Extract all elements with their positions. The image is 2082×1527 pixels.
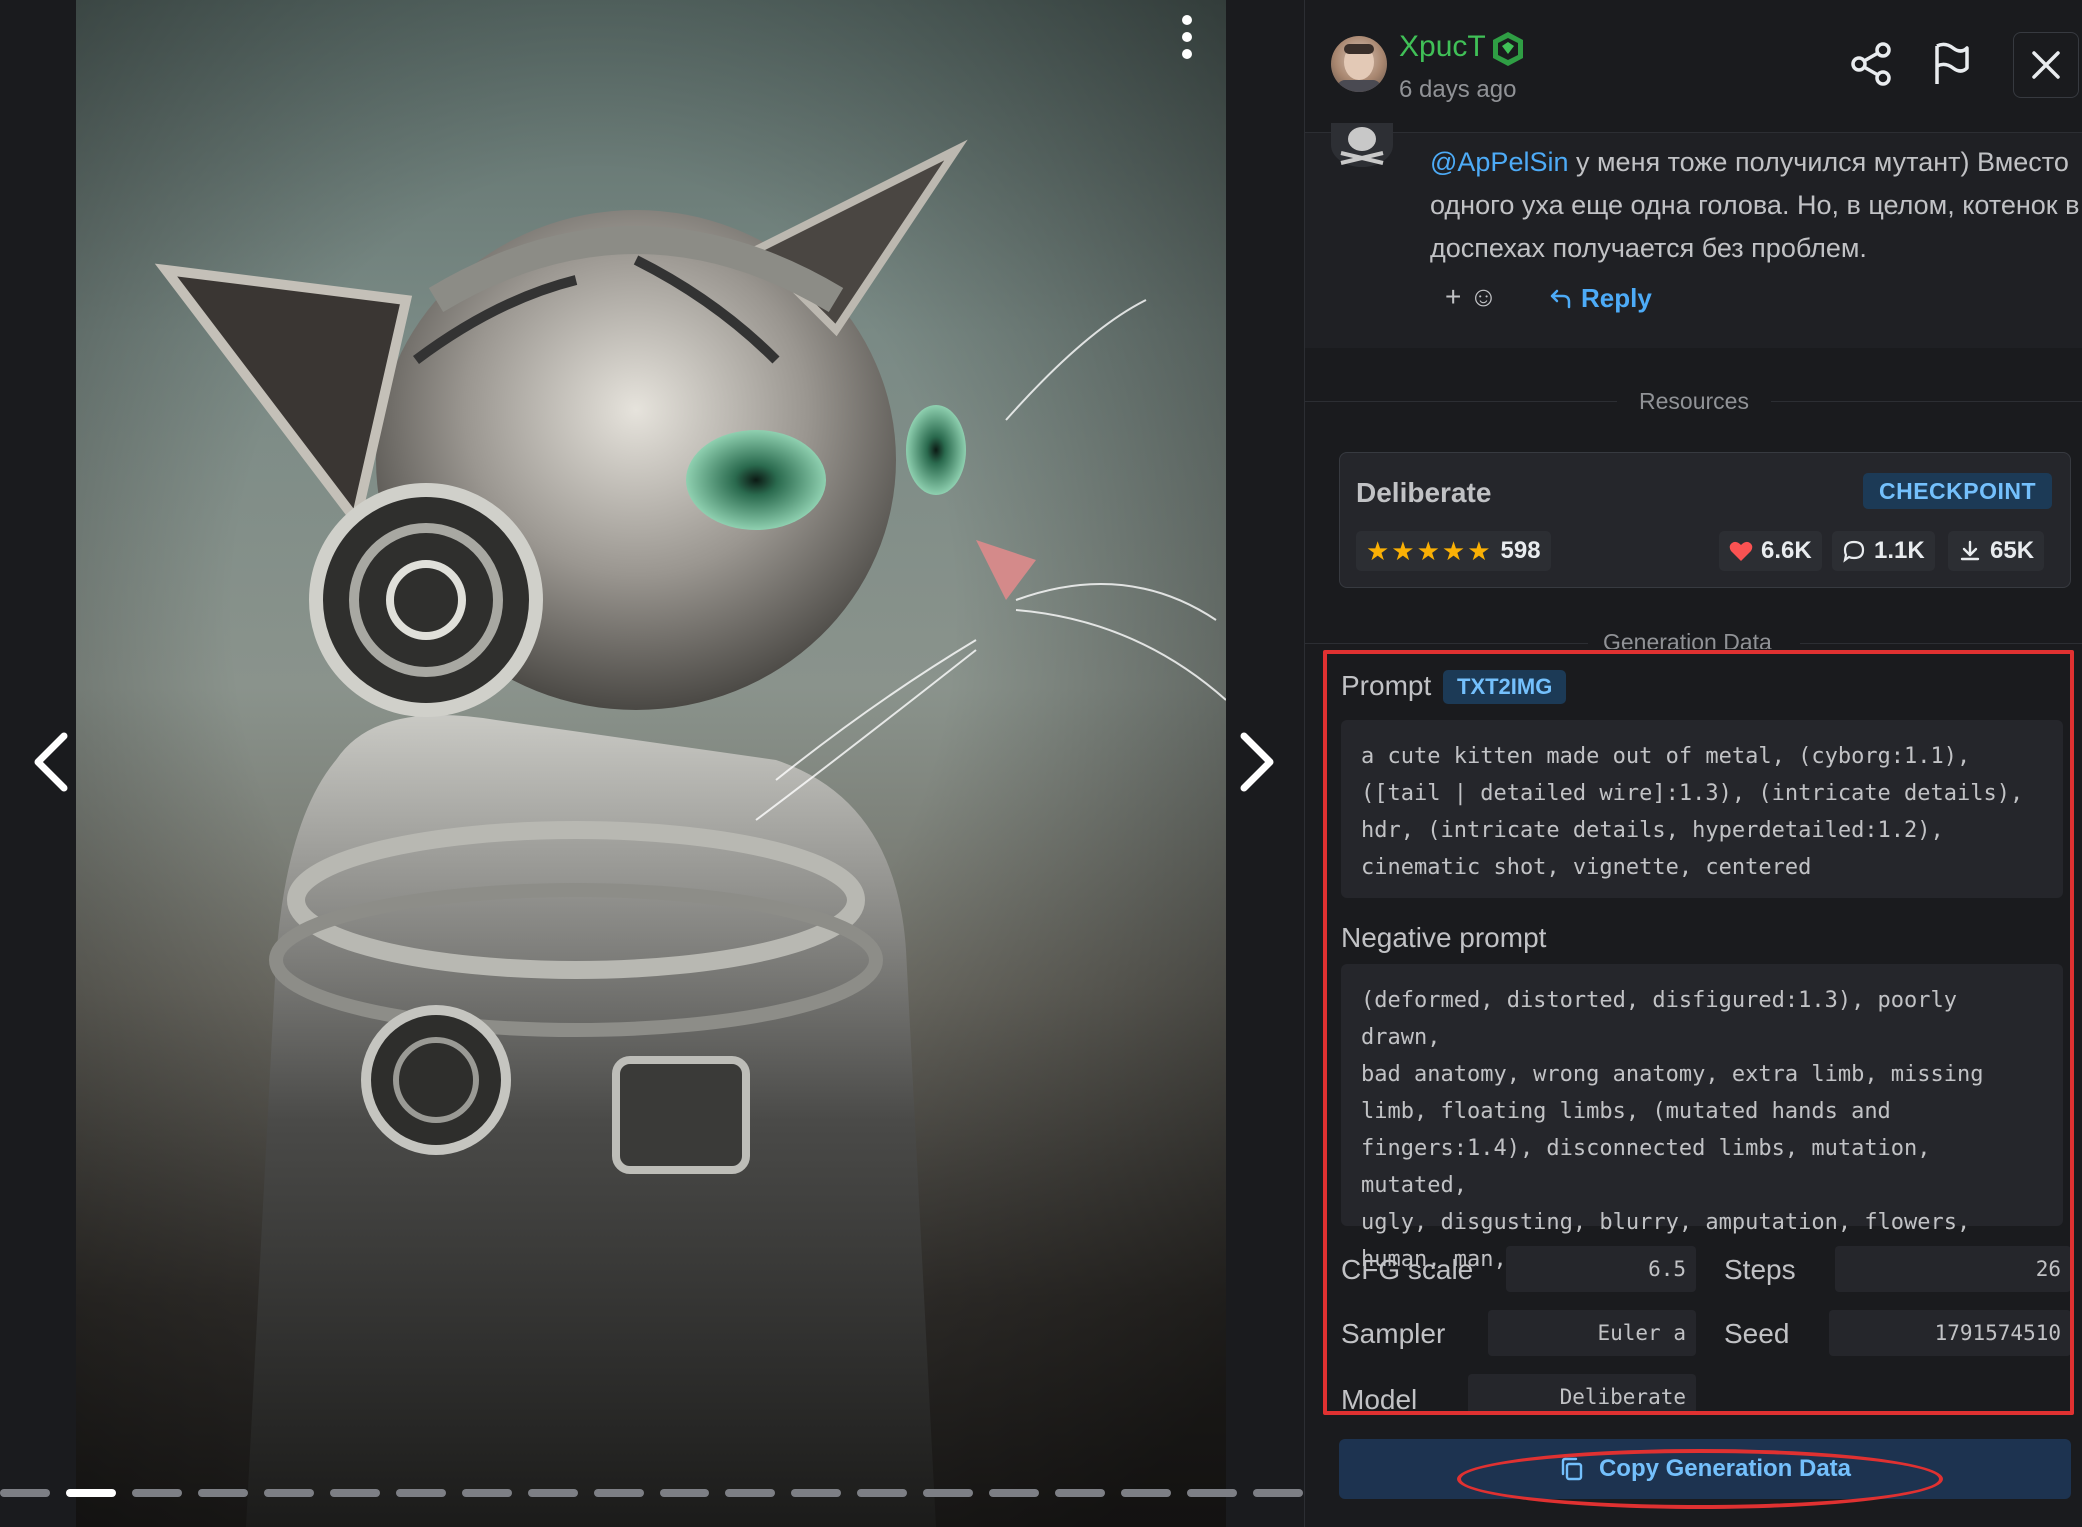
- resources-heading: Resources: [1639, 387, 1749, 414]
- reply-label: Reply: [1581, 283, 1652, 313]
- commenter-avatar[interactable]: [1331, 123, 1393, 167]
- copy-generation-data-label: Copy Generation Data: [1598, 1455, 1852, 1482]
- cfg-scale-value: 6.5: [1506, 1246, 1696, 1292]
- prompt-text[interactable]: a cute kitten made out of metal, (cyborg…: [1341, 720, 2063, 898]
- heart-icon: [1729, 541, 1753, 561]
- gallery-segment[interactable]: [329, 1489, 380, 1497]
- post-image[interactable]: [76, 0, 1226, 1527]
- star-rating-icon: ★★★★★: [1366, 535, 1493, 566]
- steps-label: Steps: [1724, 1254, 1796, 1285]
- gallery-segment[interactable]: [791, 1489, 842, 1497]
- copy-icon: [1561, 1457, 1583, 1481]
- model-label: Model: [1341, 1384, 1418, 1415]
- rating-badge: ★★★★★ 598: [1356, 531, 1551, 571]
- gallery-segment[interactable]: [461, 1489, 512, 1497]
- details-panel: XpucT 6 days ago @ApPelSin у меня тоже п…: [1304, 0, 2082, 1527]
- resource-type-badge: CHECKPOINT: [1863, 473, 2053, 509]
- comment-text: @ApPelSin у меня тоже получился мутант) …: [1430, 141, 2082, 270]
- seed-value: 1791574510: [1829, 1310, 2070, 1356]
- avatar[interactable]: [1331, 36, 1387, 92]
- resource-name[interactable]: Deliberate: [1356, 477, 1491, 509]
- resource-card[interactable]: Deliberate CHECKPOINT ★★★★★ 598 6.6K 1.1…: [1339, 452, 2071, 588]
- likes-count: 6.6K: [1761, 537, 1812, 564]
- gallery-progress: [0, 1489, 1303, 1499]
- gallery-segment[interactable]: [1187, 1489, 1238, 1497]
- reply-arrow-icon: [1550, 289, 1571, 308]
- gallery-segment[interactable]: [593, 1489, 644, 1497]
- download-icon: [1960, 540, 1980, 561]
- close-button[interactable]: [2013, 32, 2079, 98]
- seed-label: Seed: [1724, 1318, 1790, 1349]
- comment-icon: [1843, 540, 1865, 563]
- skull-avatar-icon: [1340, 127, 1384, 165]
- image-viewer: [0, 0, 1303, 1527]
- resources-divider: Resources: [1305, 386, 2082, 416]
- share-icon[interactable]: [1847, 40, 1895, 88]
- avatar-face-icon: [1337, 44, 1381, 92]
- reply-button[interactable]: Reply: [1549, 283, 1652, 314]
- chevron-right-icon[interactable]: [1228, 722, 1288, 802]
- model-value: Deliberate: [1468, 1374, 1696, 1411]
- gallery-segment[interactable]: [659, 1489, 710, 1497]
- gallery-segment[interactable]: [527, 1489, 578, 1497]
- downloads-count: 65K: [1990, 537, 2035, 564]
- rating-count: 598: [1500, 537, 1541, 564]
- gallery-segment[interactable]: [263, 1489, 314, 1497]
- gallery-segment[interactable]: [0, 1489, 50, 1497]
- more-vertical-icon[interactable]: [1172, 12, 1202, 62]
- chevron-left-icon[interactable]: [20, 722, 80, 802]
- generation-heading: Generation Data: [1603, 627, 1772, 649]
- add-reaction-button[interactable]: + ☺: [1445, 281, 1498, 313]
- gallery-segment[interactable]: [1121, 1489, 1172, 1497]
- steps-value: 26: [1835, 1246, 2070, 1292]
- gallery-segment[interactable]: [989, 1489, 1040, 1497]
- gallery-segment[interactable]: [197, 1489, 248, 1497]
- downloads-badge: 65K: [1948, 531, 2045, 571]
- cfg-scale-label: CFG scale: [1341, 1254, 1474, 1285]
- gallery-segment[interactable]: [65, 1489, 116, 1497]
- kitten-image-illustration: [154, 139, 1226, 1527]
- prompt-type-badge: TXT2IMG: [1443, 670, 1567, 704]
- flag-icon[interactable]: [1927, 40, 1975, 88]
- comments-count: 1.1K: [1874, 537, 1925, 564]
- verified-badge-icon: [1493, 32, 1523, 66]
- gallery-segment[interactable]: [857, 1489, 908, 1497]
- likes-badge: 6.6K: [1719, 531, 1822, 571]
- negative-prompt-label: Negative prompt: [1341, 922, 1547, 953]
- gallery-segment[interactable]: [395, 1489, 446, 1497]
- comments-badge: 1.1K: [1832, 531, 1935, 571]
- comment-mention[interactable]: @ApPelSin: [1430, 147, 1568, 177]
- gallery-segment[interactable]: [1253, 1489, 1303, 1497]
- gallery-segment[interactable]: [131, 1489, 182, 1497]
- post-time: 6 days ago: [1399, 76, 1517, 103]
- gallery-segment[interactable]: [1055, 1489, 1106, 1497]
- prompt-label: Prompt: [1341, 670, 1432, 701]
- comment: @ApPelSin у меня тоже получился мутант) …: [1305, 123, 2082, 348]
- post-header: XpucT 6 days ago: [1305, 0, 2082, 133]
- close-icon: [2032, 51, 2060, 79]
- generation-data: Prompt TXT2IMG a cute kitten made out of…: [1323, 650, 2074, 1415]
- sampler-label: Sampler: [1341, 1318, 1446, 1349]
- gallery-segment[interactable]: [725, 1489, 776, 1497]
- gallery-segment[interactable]: [923, 1489, 974, 1497]
- copy-generation-data-button[interactable]: Copy Generation Data: [1339, 1439, 2071, 1499]
- sampler-value: Euler a: [1488, 1310, 1696, 1356]
- username[interactable]: XpucT: [1399, 30, 1486, 64]
- negative-prompt-text[interactable]: (deformed, distorted, disfigured:1.3), p…: [1341, 964, 2063, 1272]
